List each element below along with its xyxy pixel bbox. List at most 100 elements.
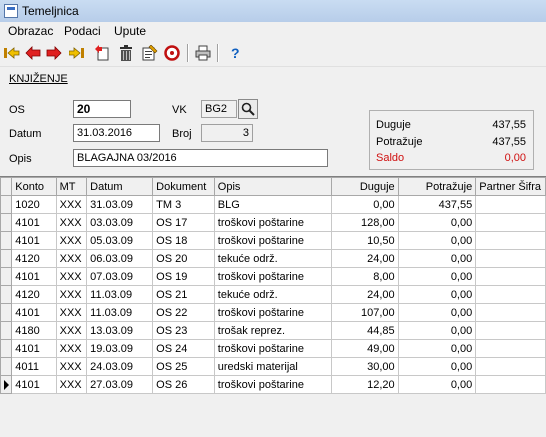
row-selector[interactable] [0,285,13,304]
table-cell[interactable]: 31.03.09 [86,195,154,214]
table-cell[interactable]: 4180 [11,321,57,340]
table-cell[interactable]: OS 19 [152,267,215,286]
table-cell[interactable]: XXX [55,303,88,322]
table-cell[interactable]: XXX [55,267,88,286]
table-cell[interactable]: 4101 [11,339,57,358]
table-cell[interactable]: 0,00 [397,267,477,286]
table-cell[interactable]: XXX [55,285,88,304]
table-cell[interactable] [475,303,546,322]
table-cell[interactable] [475,195,546,214]
table-cell[interactable]: OS 26 [152,375,215,394]
table-row[interactable]: 4101 XXX 11.03.09 OS 22 troškovi poštarine 10… [0,303,546,322]
table-cell[interactable]: OS 23 [152,321,215,340]
col-datum[interactable]: Datum [86,177,154,196]
table-cell[interactable]: XXX [55,375,88,394]
table-cell[interactable]: 24.03.09 [86,357,154,376]
table-cell[interactable]: XXX [55,195,88,214]
row-selector[interactable] [0,213,13,232]
table-cell[interactable]: 24,00 [331,285,399,304]
row-selector[interactable] [0,195,13,214]
table-cell[interactable]: 0,00 [397,285,477,304]
table-row[interactable]: 4180 XXX 13.03.09 OS 23 trošak reprez. 44,85 0… [0,321,546,340]
table-cell[interactable]: 437,55 [397,195,477,214]
table-row[interactable]: 4101 XXX 19.03.09 OS 24 troškovi poštarine 49… [0,339,546,358]
table-cell[interactable]: BLG [213,195,333,214]
table-cell[interactable]: XXX [55,339,88,358]
table-cell[interactable]: 4120 [11,285,57,304]
table-cell[interactable] [475,231,546,250]
table-cell[interactable] [475,339,546,358]
table-cell[interactable] [475,357,546,376]
table-row[interactable]: 4011 XXX 24.03.09 OS 25 uredski materijal 30,… [0,357,546,376]
table-cell[interactable]: 10,50 [331,231,399,250]
table-cell[interactable]: TM 3 [152,195,215,214]
table-cell[interactable]: 0,00 [397,321,477,340]
table-cell[interactable]: troškovi poštarine [213,213,333,232]
table-cell[interactable]: OS 17 [152,213,215,232]
print-icon[interactable] [194,44,212,62]
table-cell[interactable]: 0,00 [331,195,399,214]
col-dokument[interactable]: Dokument [152,177,215,196]
menu-upute[interactable]: Upute [112,24,148,38]
help-icon[interactable]: ? [226,44,244,62]
col-opis[interactable]: Opis [213,177,333,196]
table-cell[interactable]: 1020 [11,195,57,214]
table-cell[interactable]: 4101 [11,267,57,286]
row-selector[interactable] [0,357,13,376]
table-cell[interactable]: 0,00 [397,213,477,232]
table-row[interactable]: 1020 XXX 31.03.09 TM 3 BLG 0,00 437,55 [0,195,546,214]
table-cell[interactable]: OS 22 [152,303,215,322]
datum-field[interactable]: 31.03.2016 [73,124,160,142]
table-cell[interactable]: 49,00 [331,339,399,358]
table-cell[interactable]: 4101 [11,303,57,322]
table-cell[interactable]: OS 21 [152,285,215,304]
edit-icon[interactable] [141,44,159,62]
row-selector[interactable] [0,231,13,250]
table-cell[interactable]: 30,00 [331,357,399,376]
row-selector[interactable] [0,249,13,268]
table-cell[interactable]: 44,85 [331,321,399,340]
table-cell[interactable]: OS 20 [152,249,215,268]
table-cell[interactable]: 107,00 [331,303,399,322]
opis-field[interactable]: BLAGAJNA 03/2016 [73,149,328,167]
col-duguje[interactable]: Duguje [331,177,399,196]
table-cell[interactable]: troškovi poštarine [213,231,333,250]
menu-obrazac[interactable]: Obrazac [6,24,55,38]
table-cell[interactable]: troškovi poštarine [213,303,333,322]
prev-icon[interactable] [24,44,42,62]
table-cell[interactable]: 11.03.09 [86,303,154,322]
table-cell[interactable]: OS 25 [152,357,215,376]
table-cell[interactable]: 0,00 [397,339,477,358]
table-cell[interactable] [475,285,546,304]
table-cell[interactable]: 07.03.09 [86,267,154,286]
table-cell[interactable]: tekuće održ. [213,285,333,304]
table-cell[interactable]: tekuće održ. [213,249,333,268]
table-cell[interactable]: 13.03.09 [86,321,154,340]
table-cell[interactable]: 0,00 [397,357,477,376]
table-cell[interactable]: 4101 [11,231,57,250]
menu-podaci[interactable]: Podaci [62,24,103,38]
row-selector[interactable] [0,375,13,394]
table-cell[interactable]: 11.03.09 [86,285,154,304]
os-field[interactable]: 20 [73,100,131,118]
col-konto[interactable]: Konto [11,177,57,196]
table-row[interactable]: 4101 XXX 03.03.09 OS 17 troškovi poštarine 12… [0,213,546,232]
table-cell[interactable] [475,375,546,394]
table-cell[interactable] [475,249,546,268]
delete-icon[interactable] [117,44,135,62]
vk-field[interactable]: BG2 [201,100,237,118]
table-cell[interactable] [475,267,546,286]
table-cell[interactable] [475,321,546,340]
table-cell[interactable]: XXX [55,357,88,376]
table-cell[interactable]: trošak reprez. [213,321,333,340]
col-partner-sifra[interactable]: Partner Šifra [475,177,546,196]
table-cell[interactable]: troškovi poštarine [213,339,333,358]
table-row[interactable]: 4101 XXX 27.03.09 OS 26 troškovi poštarine 12… [0,375,546,394]
table-cell[interactable]: troškovi poštarine [213,267,333,286]
table-cell[interactable]: 24,00 [331,249,399,268]
table-cell[interactable]: 03.03.09 [86,213,154,232]
table-row[interactable]: 4101 XXX 07.03.09 OS 19 troškovi poštarine 8,… [0,267,546,286]
row-selector[interactable] [0,267,13,286]
table-cell[interactable]: uredski materijal [213,357,333,376]
search-icon[interactable] [238,99,258,119]
